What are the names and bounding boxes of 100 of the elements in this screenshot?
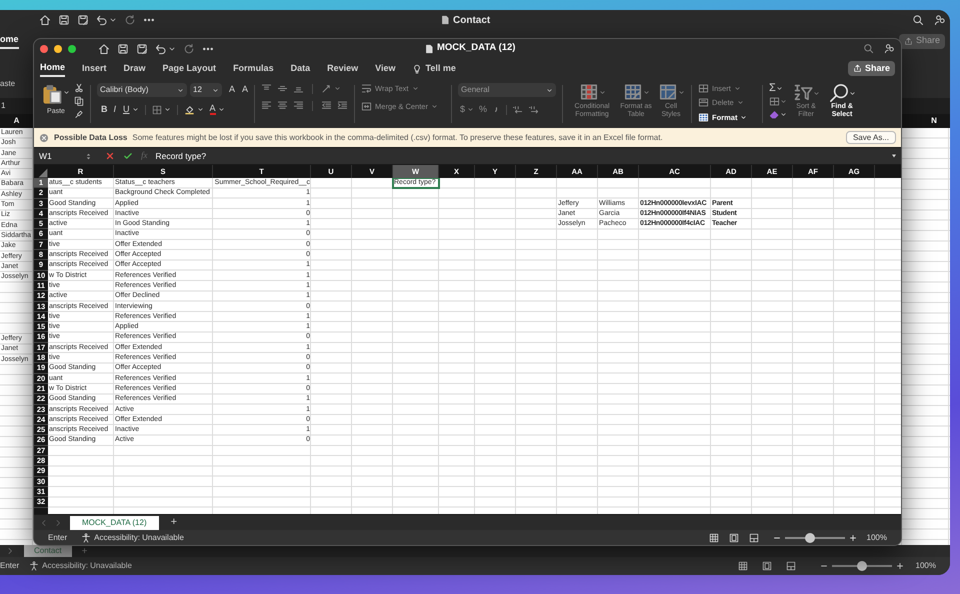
increase-indent-icon[interactable]	[337, 100, 348, 111]
close-button[interactable]	[40, 44, 48, 52]
font-color-button[interactable]: A	[210, 104, 216, 116]
scroll-right-icon[interactable]	[54, 518, 62, 526]
ribbon-tab[interactable]: ome	[0, 32, 19, 50]
ribbon-tab[interactable]: Data	[290, 60, 310, 76]
ribbon-tab[interactable]: Draw	[124, 60, 146, 76]
paste-clipboard-icon[interactable]	[42, 83, 62, 105]
zoom-level[interactable]: 100%	[916, 560, 936, 572]
accessibility-status[interactable]: Accessibility: Unavailable	[42, 560, 132, 572]
accessibility-status[interactable]: Accessibility: Unavailable	[94, 532, 184, 544]
format-cells-icon	[698, 112, 710, 123]
ribbon-tab[interactable]: Page Layout	[162, 60, 216, 76]
accessibility-icon[interactable]	[81, 532, 92, 542]
caret-icon	[412, 85, 419, 92]
brush-icon[interactable]	[74, 109, 84, 119]
bold-button[interactable]: B	[101, 103, 108, 116]
share-icon	[904, 36, 913, 46]
zoom-in-icon[interactable]	[848, 534, 857, 542]
scroll-left-icon[interactable]	[6, 547, 14, 555]
decrease-decimal-icon[interactable]	[528, 104, 540, 116]
caret-icon[interactable]	[467, 106, 474, 114]
normal-view-icon[interactable]	[738, 561, 748, 571]
copy-icon[interactable]	[74, 96, 84, 106]
people-icon[interactable]	[934, 14, 946, 26]
accessibility-icon[interactable]	[29, 561, 40, 571]
search-icon[interactable]	[863, 43, 874, 54]
eraser-icon[interactable]	[769, 109, 780, 120]
page-layout-view-icon[interactable]	[762, 561, 772, 571]
undo-icon[interactable]	[155, 42, 167, 54]
currency-button[interactable]: $	[460, 103, 466, 116]
cancel-icon[interactable]	[105, 151, 115, 161]
page-break-view-icon[interactable]	[748, 532, 759, 542]
fill-down-icon[interactable]	[769, 96, 780, 107]
share-button[interactable]: Share	[848, 61, 895, 76]
page-layout-view-icon[interactable]	[728, 532, 739, 542]
align-right-icon[interactable]	[293, 100, 304, 111]
save-icon[interactable]	[117, 42, 129, 54]
ribbon-tab[interactable]: Review	[327, 60, 358, 76]
increase-font-button[interactable]: A	[229, 83, 236, 97]
align-left-icon[interactable]	[261, 100, 272, 111]
ribbon-tab[interactable]: Insert	[82, 60, 107, 76]
save-icon[interactable]	[58, 14, 70, 26]
save-as-button[interactable]: Save As...	[846, 131, 896, 144]
decrease-font-button[interactable]: A	[242, 83, 248, 97]
underline-button[interactable]: U	[123, 103, 130, 116]
save-edit-icon[interactable]	[77, 14, 89, 26]
caret-icon[interactable]	[132, 106, 139, 114]
column-header[interactable]: N	[918, 115, 950, 127]
normal-view-icon[interactable]	[708, 532, 719, 542]
search-icon[interactable]	[912, 14, 924, 26]
scissors-icon[interactable]	[74, 83, 84, 93]
borders-icon[interactable]	[152, 104, 162, 115]
document-icon	[440, 15, 450, 25]
home-icon[interactable]	[98, 42, 110, 54]
caret-icon[interactable]	[218, 106, 225, 114]
save-edit-icon[interactable]	[136, 42, 148, 54]
column-header[interactable]: A	[0, 115, 33, 127]
undo-icon[interactable]	[96, 14, 108, 26]
orientation-icon[interactable]	[321, 83, 332, 94]
zoom-in-icon[interactable]	[896, 562, 904, 570]
scroll-left-icon[interactable]	[40, 518, 48, 526]
italic-button[interactable]: I	[114, 103, 118, 116]
ribbon-tab[interactable]: Formulas	[233, 60, 274, 76]
caret-icon[interactable]	[62, 89, 70, 96]
zoom-button[interactable]	[68, 44, 76, 52]
align-middle-icon[interactable]	[277, 83, 288, 94]
page-break-view-icon[interactable]	[786, 561, 796, 571]
expand-icon[interactable]	[890, 152, 898, 160]
slider-thumb[interactable]	[804, 532, 815, 542]
formula-field[interactable]: Record type?	[156, 150, 206, 162]
caret-icon[interactable]	[109, 16, 117, 24]
name-box[interactable]: W1	[34, 150, 84, 162]
caret-icon[interactable]	[164, 106, 171, 114]
ribbon-tab[interactable]: Home	[40, 60, 66, 76]
people-icon[interactable]	[884, 43, 895, 54]
autosum-button[interactable]: Σ	[769, 83, 776, 94]
home-icon[interactable]	[39, 14, 51, 26]
ribbon-tab[interactable]: Tell me	[412, 60, 456, 76]
confirm-icon[interactable]	[123, 151, 133, 161]
font-name-field[interactable]: Calibri (Body)	[97, 83, 187, 97]
caret-icon[interactable]	[196, 106, 204, 114]
font-size-field[interactable]: 12	[190, 83, 222, 97]
zoom-level[interactable]: 100%	[866, 532, 887, 544]
name-box[interactable]: 1	[1, 100, 6, 112]
align-center-icon[interactable]	[277, 100, 288, 111]
caret-icon[interactable]	[334, 85, 342, 92]
slider-thumb[interactable]	[856, 561, 867, 571]
stepper-icon[interactable]	[84, 152, 93, 160]
minimize-button[interactable]	[54, 44, 62, 52]
add-sheet-button[interactable]: +	[170, 514, 178, 531]
decrease-indent-icon[interactable]	[321, 100, 332, 111]
delete-cells-icon	[698, 97, 710, 108]
dismiss-icon[interactable]	[39, 132, 49, 142]
number-format-field[interactable]: General	[458, 83, 556, 97]
sheet-tab[interactable]: MOCK_DATA (12)	[70, 516, 159, 530]
percent-button[interactable]: %	[479, 103, 488, 116]
increase-decimal-icon[interactable]	[512, 104, 524, 116]
fill-color-icon[interactable]	[184, 104, 195, 116]
ribbon-tab[interactable]: View	[375, 60, 396, 76]
